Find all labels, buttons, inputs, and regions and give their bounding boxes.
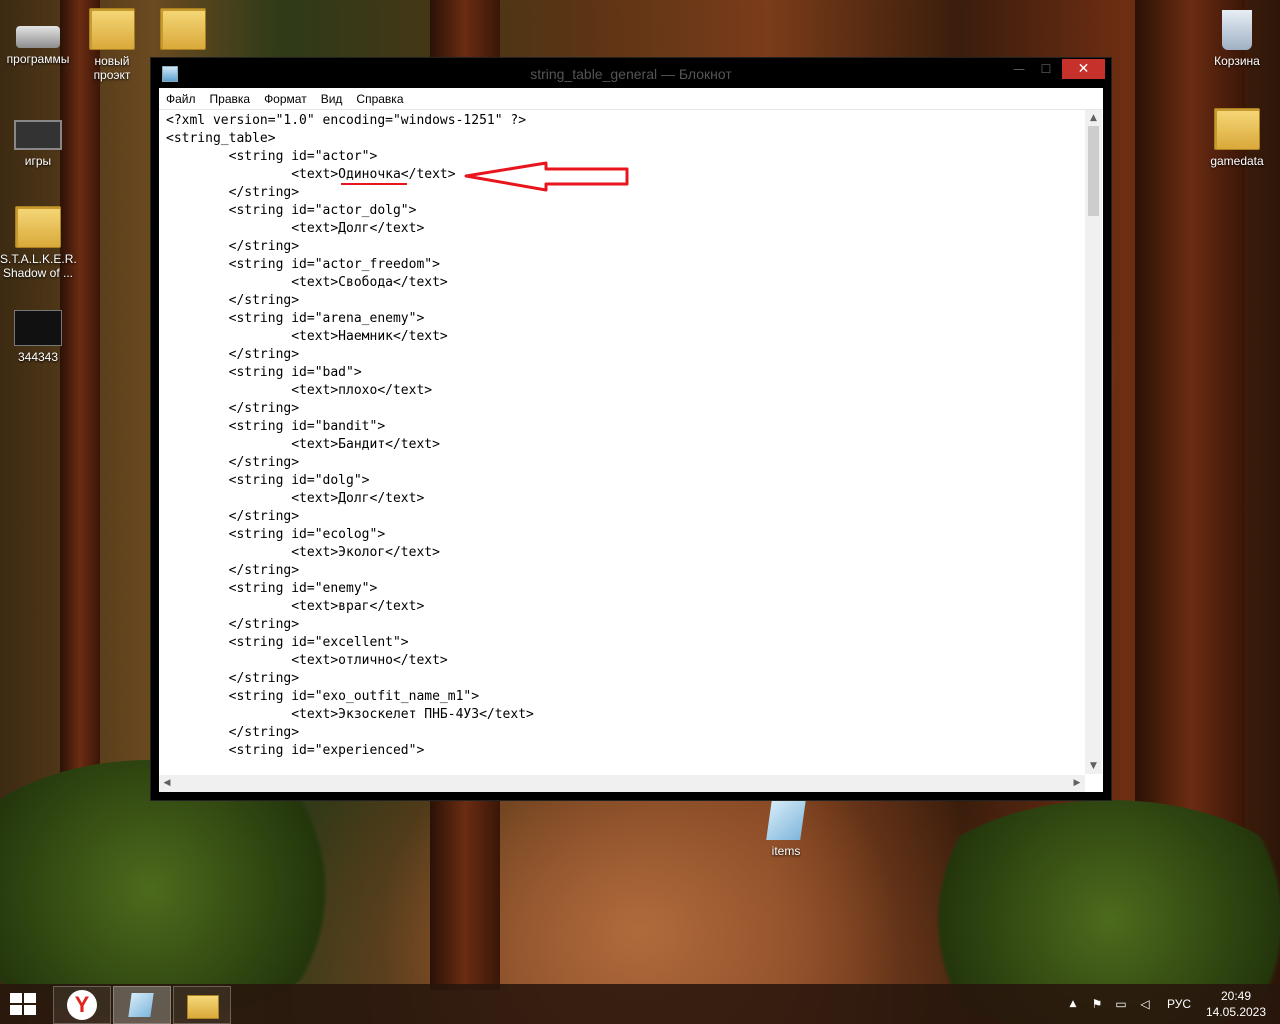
- text-line: </string>: [166, 185, 300, 200]
- text-line: <text>Бандит</text>: [166, 437, 440, 452]
- desktop-icon-stalker[interactable]: S.T.A.L.K.E.R. Shadow of ...: [0, 206, 77, 280]
- horizontal-scrollbar[interactable]: ◀ ▶: [159, 775, 1085, 792]
- desktop-icon-games[interactable]: игры: [0, 110, 76, 168]
- scroll-up-arrow-icon[interactable]: ▲: [1085, 110, 1102, 126]
- desktop-icon-label: игры: [24, 154, 52, 168]
- folder-icon: [187, 995, 219, 1019]
- scroll-left-arrow-icon[interactable]: ◀: [159, 775, 175, 792]
- language-indicator[interactable]: РУС: [1167, 984, 1191, 1024]
- vertical-scroll-thumb[interactable]: [1088, 126, 1099, 216]
- text-line: </string>: [166, 509, 300, 524]
- desktop-icon-label: items: [771, 844, 801, 858]
- network-icon[interactable]: ▭: [1113, 997, 1129, 1011]
- text-line: <text>Наемник</text>: [166, 329, 448, 344]
- menu-bar: Файл Правка Формат Вид Справка: [159, 88, 1103, 110]
- text-line: </string>: [166, 401, 300, 416]
- folder-icon: [160, 8, 206, 50]
- desktop-icon-label: новый проэкт: [93, 54, 131, 82]
- minimize-button[interactable]: —: [1006, 59, 1032, 79]
- menu-help[interactable]: Справка: [349, 89, 410, 109]
- text-line: <string id="experienced">: [166, 743, 425, 758]
- scroll-right-arrow-icon[interactable]: ▶: [1069, 775, 1085, 792]
- text-line: <text>Долг</text>: [166, 491, 425, 506]
- desktop-icon-folder[interactable]: [145, 8, 221, 54]
- folder-icon: [1214, 108, 1260, 150]
- menu-edit[interactable]: Правка: [203, 89, 258, 109]
- desktop-icon-new-project[interactable]: новый проэкт: [74, 8, 150, 82]
- text-line: </string>: [166, 725, 300, 740]
- taskbar-notepad[interactable]: [113, 986, 171, 1024]
- clock-date: 14.05.2023: [1205, 1005, 1267, 1019]
- image-thumbnail-icon: [14, 310, 62, 346]
- action-center-flag-icon[interactable]: ⚑: [1089, 997, 1105, 1011]
- clock-time: 20:49: [1220, 989, 1252, 1003]
- text-line: </string>: [166, 617, 300, 632]
- text-line: </string>: [166, 347, 300, 362]
- show-hidden-icons-button[interactable]: ▲: [1065, 997, 1081, 1011]
- text-line: <string_table>: [166, 131, 276, 146]
- text-line: <string id="dolg">: [166, 473, 370, 488]
- folder-icon: [15, 206, 61, 248]
- desktop-icon-programs[interactable]: программы: [0, 12, 76, 66]
- folder-icon: [89, 8, 135, 50]
- text-line: <string id="actor">: [166, 149, 378, 164]
- text-line: <text>враг</text>: [166, 599, 425, 614]
- desktop-icon-label: 344343: [17, 350, 59, 364]
- text-line: <text>Эколог</text>: [166, 545, 440, 560]
- text-line: <string id="excellent">: [166, 635, 409, 650]
- desktop-icon-recycle-bin[interactable]: Корзина: [1199, 10, 1275, 68]
- taskbar: Y ▲ ⚑ ▭ ◁ РУС 20:49 14.05.2023: [0, 984, 1280, 1024]
- text-line: </string>: [166, 563, 300, 578]
- text-line: <string id="enemy">: [166, 581, 378, 596]
- yandex-browser-icon: Y: [67, 990, 97, 1020]
- drive-icon: [16, 26, 60, 48]
- text-line: </string>: [166, 239, 300, 254]
- desktop-icon-label: Корзина: [1214, 54, 1260, 68]
- text-line: </string>: [166, 455, 300, 470]
- menu-format[interactable]: Формат: [257, 89, 314, 109]
- text-line: <text>Экзоскелет ПНБ-4УЗ</text>: [166, 707, 534, 722]
- desktop-icon-items[interactable]: items: [748, 800, 824, 858]
- text-line: <string id="actor_freedom">: [166, 257, 440, 272]
- text-line: <string id="exo_outfit_name_m1">: [166, 689, 480, 704]
- text-line: <string id="actor_dolg">: [166, 203, 417, 218]
- text-editor[interactable]: <?xml version="1.0" encoding="windows-12…: [159, 110, 1103, 792]
- text-line: <text>Долг</text>: [166, 221, 425, 236]
- notepad-icon: [128, 993, 154, 1017]
- vertical-scrollbar[interactable]: ▲ ▼: [1085, 110, 1102, 774]
- maximize-button[interactable]: ☐: [1033, 59, 1059, 79]
- desktop-icon-label: S.T.A.L.K.E.R. Shadow of ...: [0, 252, 77, 280]
- text-line: <string id="bad">: [166, 365, 362, 380]
- desktop-icon-label: программы: [6, 52, 70, 66]
- text-line: <text>Одиночка</text>: [166, 167, 456, 182]
- chip-icon: [14, 120, 62, 150]
- desktop-icon-label: gamedata: [1210, 154, 1264, 168]
- recycle-bin-icon: [1222, 10, 1252, 50]
- text-line: <?xml version="1.0" encoding="windows-12…: [166, 113, 527, 128]
- taskbar-yandex-browser[interactable]: Y: [53, 986, 111, 1024]
- desktop-icon-344343[interactable]: 344343: [0, 310, 76, 364]
- title-bar[interactable]: string_table_general — Блокнот — ☐ ✕: [151, 58, 1111, 88]
- text-line: <text>Свобода</text>: [166, 275, 448, 290]
- clock[interactable]: 20:49 14.05.2023: [1199, 988, 1273, 1020]
- window-title: string_table_general — Блокнот: [530, 66, 732, 82]
- menu-view[interactable]: Вид: [314, 89, 350, 109]
- text-content[interactable]: <?xml version="1.0" encoding="windows-12…: [166, 112, 1076, 772]
- menu-file[interactable]: Файл: [159, 89, 203, 109]
- text-line: <string id="arena_enemy">: [166, 311, 425, 326]
- volume-icon[interactable]: ◁: [1137, 997, 1153, 1011]
- scroll-down-arrow-icon[interactable]: ▼: [1085, 758, 1102, 774]
- text-line: </string>: [166, 671, 300, 686]
- text-line: <text>отлично</text>: [166, 653, 448, 668]
- desktop-icon-gamedata[interactable]: gamedata: [1199, 108, 1275, 168]
- text-line: <string id="ecolog">: [166, 527, 386, 542]
- notepad-window[interactable]: string_table_general — Блокнот — ☐ ✕ Фай…: [151, 58, 1111, 800]
- taskbar-file-explorer[interactable]: [173, 986, 231, 1024]
- notepad-file-icon: [766, 800, 806, 840]
- windows-start-icon[interactable]: [10, 993, 38, 1017]
- text-line: </string>: [166, 293, 300, 308]
- text-line: <string id="bandit">: [166, 419, 386, 434]
- text-line: <text>плохо</text>: [166, 383, 433, 398]
- close-button[interactable]: ✕: [1062, 59, 1105, 79]
